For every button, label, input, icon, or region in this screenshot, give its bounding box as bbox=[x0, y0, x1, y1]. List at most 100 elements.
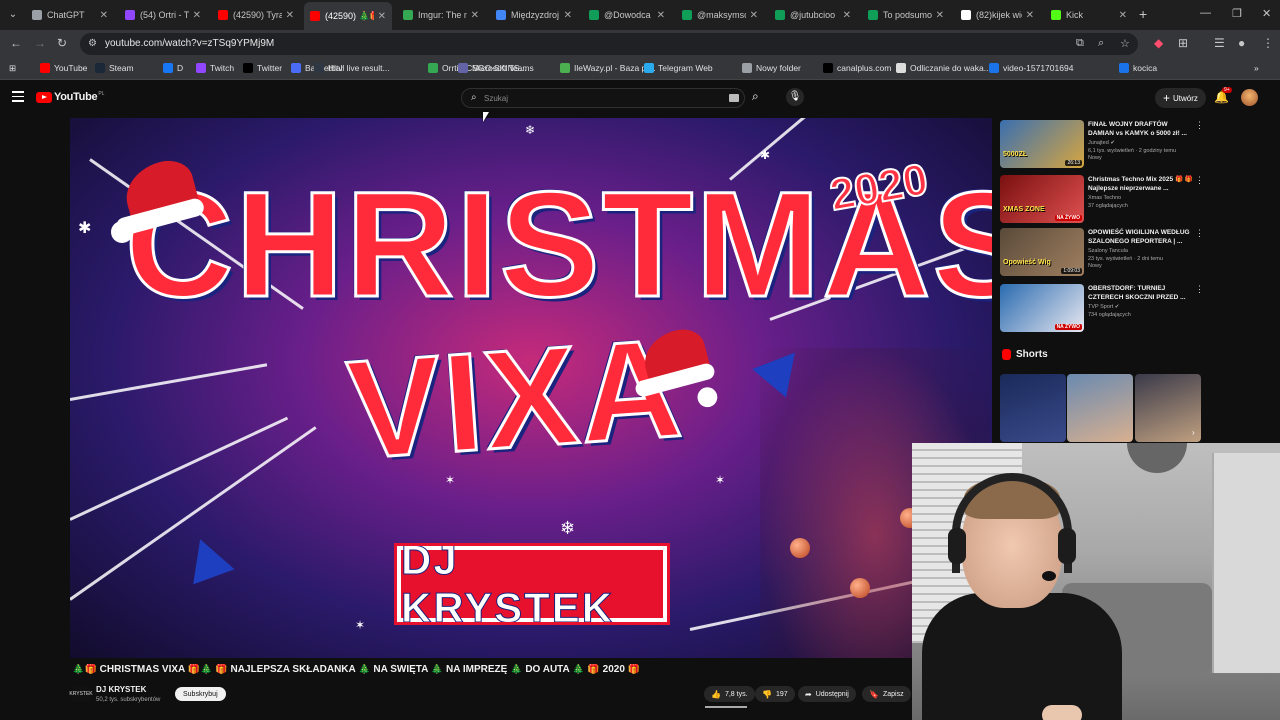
short-thumbnail[interactable] bbox=[1067, 374, 1133, 442]
new-tab-plus-icon[interactable]: + bbox=[1139, 6, 1147, 22]
reload-icon[interactable]: ↻ bbox=[57, 36, 67, 50]
keyboard-icon[interactable] bbox=[729, 94, 739, 102]
sidebar-icon[interactable]: ☰ bbox=[1214, 36, 1225, 50]
related-video-channel[interactable]: Junajted ✔ bbox=[1088, 140, 1115, 146]
account-avatar[interactable] bbox=[1241, 89, 1258, 106]
related-video-item[interactable]: 5000ZŁ 26:13 FINAŁ WOJNY DRAFTÓW DAMIAN vs… bbox=[1000, 120, 1204, 170]
video-thumbnail[interactable]: XMAS ZONE NA ŻYWO bbox=[1000, 175, 1084, 223]
tab-close-icon[interactable]: ✕ bbox=[286, 10, 294, 21]
bookmark-item[interactable]: D bbox=[163, 63, 183, 73]
subscribe-button[interactable]: Subskrybuj bbox=[175, 687, 226, 701]
profile-icon[interactable]: ● bbox=[1238, 36, 1245, 50]
short-thumbnail[interactable] bbox=[1000, 374, 1066, 442]
browser-tab[interactable]: Kick ✕ bbox=[1045, 4, 1133, 26]
like-button[interactable]: 👍 7,8 tys. bbox=[704, 686, 755, 702]
browser-tab[interactable]: To podsumo ✕ bbox=[862, 4, 950, 26]
more-actions-kebab-icon[interactable]: ⋮ bbox=[1195, 175, 1204, 186]
extension-icon[interactable]: ◆ bbox=[1154, 36, 1163, 50]
tab-close-icon[interactable]: ✕ bbox=[193, 10, 201, 21]
tab-close-icon[interactable]: ✕ bbox=[100, 10, 108, 21]
bookmark-item[interactable]: Microsoft Teams bbox=[458, 63, 534, 73]
zoom-icon[interactable]: ⌕ bbox=[1098, 37, 1104, 50]
notification-count-badge: 9+ bbox=[1222, 87, 1232, 93]
tab-close-icon[interactable]: ✕ bbox=[843, 10, 851, 21]
bookmark-item[interactable]: YouTube bbox=[40, 63, 87, 73]
more-actions-kebab-icon[interactable]: ⋮ bbox=[1195, 284, 1204, 295]
video-player[interactable]: ❄ ✱ ✶ ❄ ✶ ✶ ✱ CHRISTMAS VIXA 2020 DJ KRY… bbox=[70, 118, 992, 658]
tab-close-icon[interactable]: ✕ bbox=[657, 10, 665, 21]
more-bookmarks-chevron-icon[interactable]: » bbox=[1254, 63, 1259, 73]
share-button[interactable]: ➦ Udostępnij bbox=[798, 686, 856, 702]
minimize-icon[interactable]: — bbox=[1200, 7, 1211, 19]
tab-close-icon[interactable]: ✕ bbox=[750, 10, 758, 21]
bookmark-item[interactable]: Telegram Web bbox=[644, 63, 713, 73]
related-video-item[interactable]: Opowieść Wig 1:09:03 OPOWIEŚĆ WIGILIJNA WE… bbox=[1000, 228, 1204, 278]
browser-tab[interactable]: @jutubcioo ✕ bbox=[769, 4, 857, 26]
tab-search-chevron-icon[interactable]: ⌄ bbox=[4, 6, 22, 24]
bookmark-item[interactable]: Twitter bbox=[243, 63, 282, 73]
save-button[interactable]: 🔖 Zapisz bbox=[862, 686, 911, 702]
tab-close-icon[interactable]: ✕ bbox=[1026, 10, 1034, 21]
shorts-next-chevron-icon[interactable]: › bbox=[1192, 428, 1195, 437]
video-thumbnail[interactable]: NA ŻYWO bbox=[1000, 284, 1084, 332]
bookmark-item[interactable]: Hltv bbox=[314, 63, 343, 73]
related-video-channel[interactable]: Xmas Techno bbox=[1088, 195, 1121, 201]
channel-name[interactable]: DJ KRYSTEK bbox=[96, 685, 146, 694]
more-actions-kebab-icon[interactable]: ⋮ bbox=[1195, 228, 1204, 239]
related-video-title[interactable]: Christmas Techno Mix 2025 🎁 🎁 Najlepsze … bbox=[1088, 175, 1194, 193]
bookmark-item[interactable]: Odliczanie do waka... bbox=[896, 63, 991, 73]
search-button-icon[interactable]: ⌕ bbox=[752, 89, 759, 104]
browser-tab[interactable]: @Dowodca ✕ bbox=[583, 4, 671, 26]
dislike-button[interactable]: 👎 197 bbox=[755, 686, 795, 702]
video-thumbnail[interactable]: Opowieść Wig 1:09:03 bbox=[1000, 228, 1084, 276]
browser-tab[interactable]: (82)kijek wio ✕ bbox=[955, 4, 1040, 26]
install-app-icon[interactable]: ⧉ bbox=[1076, 37, 1084, 50]
youtube-logo[interactable]: YouTube PL bbox=[36, 91, 104, 103]
tab-close-icon[interactable]: ✕ bbox=[936, 10, 944, 21]
extensions-puzzle-icon[interactable]: ⊞ bbox=[1178, 36, 1188, 50]
search-input[interactable] bbox=[484, 91, 724, 106]
address-bar[interactable]: ⚙ youtube.com/watch?v=zTSq9YPMj9M ⧉ ⌕ ☆ bbox=[80, 33, 1138, 55]
bookmark-item[interactable]: Steam bbox=[95, 63, 134, 73]
browser-tab[interactable]: ChatGPT ✕ bbox=[26, 4, 114, 26]
related-video-title[interactable]: OPOWIEŚĆ WIGILIJNA WEDŁUG SZALONEGO REPO… bbox=[1088, 228, 1194, 246]
apps-grid-icon[interactable]: ⊞ bbox=[9, 63, 16, 74]
related-video-title[interactable]: OBERSTDORF: TURNIEJ CZTERECH SKOCZNI PRZ… bbox=[1088, 284, 1194, 302]
tab-close-icon[interactable]: ✕ bbox=[1119, 10, 1127, 21]
related-video-channel[interactable]: TVP Sport ✔ bbox=[1088, 304, 1119, 310]
browser-tab[interactable]: Imgur: The m ✕ bbox=[397, 4, 485, 26]
bookmark-item[interactable]: canalplus.com bbox=[823, 63, 891, 73]
browser-tab[interactable]: (42590) Tyra ✕ bbox=[212, 4, 300, 26]
menu-hamburger-icon[interactable] bbox=[12, 91, 24, 103]
bookmark-item[interactable]: video-1571701694 bbox=[989, 63, 1073, 73]
browser-tab[interactable]: Międzyzdroj ✕ bbox=[490, 4, 578, 26]
tab-close-icon[interactable]: ✕ bbox=[378, 11, 386, 22]
browser-tab[interactable]: (42590) 🎄🎁 ✕ bbox=[304, 2, 392, 30]
menu-kebab-icon[interactable]: ⋮ bbox=[1262, 36, 1274, 50]
related-video-channel[interactable]: Szalony Tancula bbox=[1088, 248, 1128, 254]
restore-icon[interactable]: ❐ bbox=[1232, 7, 1242, 20]
video-thumbnail[interactable]: 5000ZŁ 26:13 bbox=[1000, 120, 1084, 168]
create-button[interactable]: + Utwórz bbox=[1155, 88, 1206, 108]
site-settings-icon[interactable]: ⚙ bbox=[88, 38, 100, 50]
more-actions-kebab-icon[interactable]: ⋮ bbox=[1195, 120, 1204, 131]
tab-close-icon[interactable]: ✕ bbox=[564, 10, 572, 21]
bookmark-item[interactable]: IleWazy.pl - Baza pr... bbox=[560, 63, 656, 73]
voice-search-mic-icon[interactable]: 🎙 bbox=[786, 88, 804, 106]
browser-tab[interactable]: (54) Ortri - T ✕ bbox=[119, 4, 207, 26]
url-text[interactable]: youtube.com/watch?v=zTSq9YPMj9M bbox=[105, 38, 274, 49]
bookmark-item[interactable]: kocica bbox=[1119, 63, 1157, 73]
back-arrow-icon[interactable]: ← bbox=[10, 36, 22, 50]
bookmark-item[interactable]: Twitch bbox=[196, 63, 234, 73]
bookmark-star-icon[interactable]: ☆ bbox=[1120, 37, 1130, 50]
related-video-title[interactable]: FINAŁ WOJNY DRAFTÓW DAMIAN vs KAMYK o 50… bbox=[1088, 120, 1194, 138]
channel-avatar[interactable]: KRYSTEK bbox=[69, 687, 93, 701]
related-video-item[interactable]: XMAS ZONE NA ŻYWO Christmas Techno Mix 202… bbox=[1000, 175, 1204, 225]
forward-arrow-icon[interactable]: → bbox=[34, 36, 46, 50]
related-video-item[interactable]: NA ŻYWO OBERSTDORF: TURNIEJ CZTERECH SKOC… bbox=[1000, 284, 1204, 334]
close-window-icon[interactable]: ✕ bbox=[1262, 7, 1271, 20]
tab-close-icon[interactable]: ✕ bbox=[471, 10, 479, 21]
youtube-play-icon bbox=[36, 91, 52, 103]
bookmark-item[interactable]: Nowy folder bbox=[742, 63, 801, 73]
browser-tab[interactable]: @maksymsc ✕ bbox=[676, 4, 764, 26]
